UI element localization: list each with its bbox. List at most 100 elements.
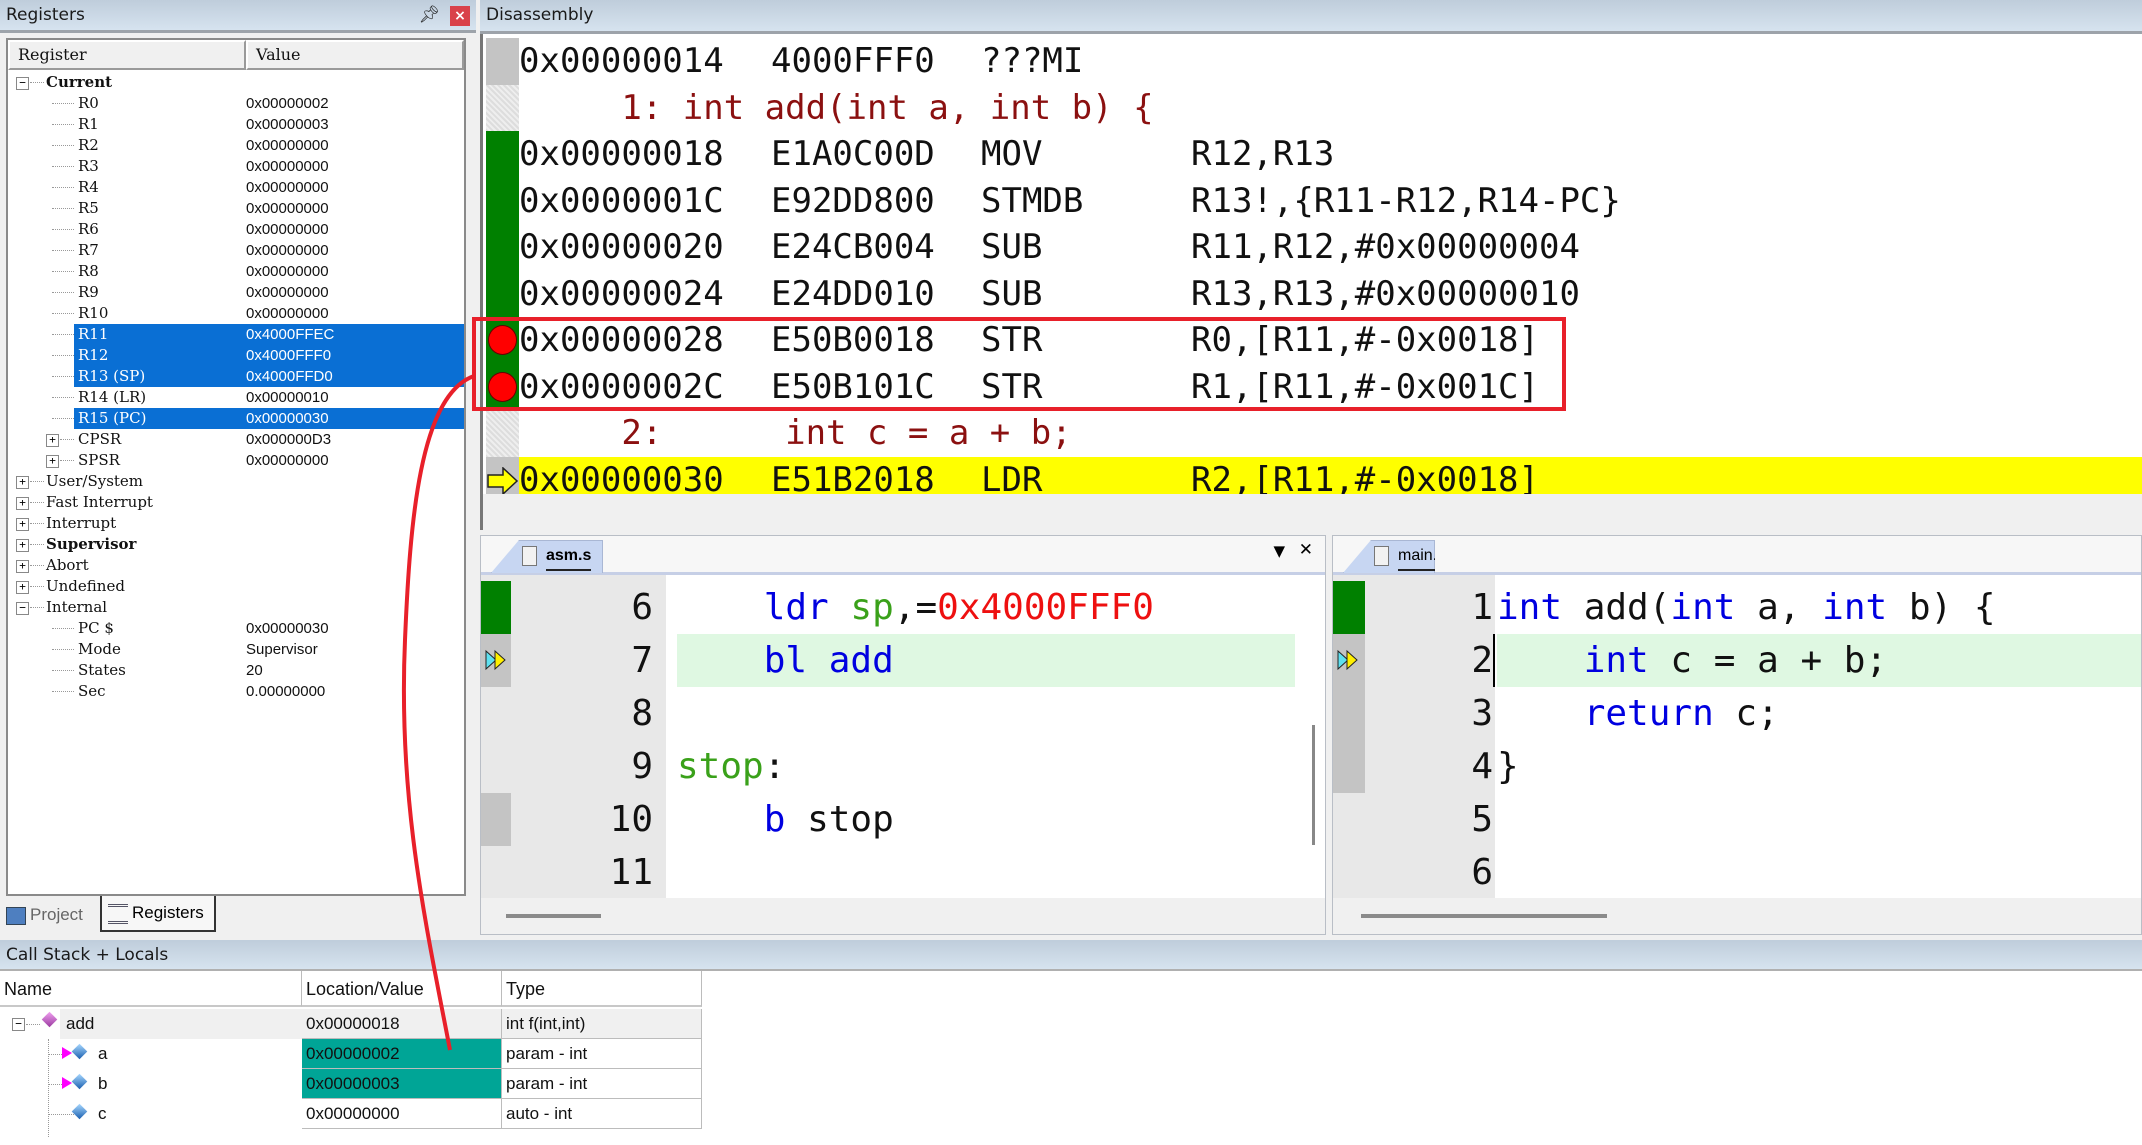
register-value[interactable]: 0x00000000	[246, 135, 329, 156]
register-row[interactable]: + SPSR 0x00000000	[8, 450, 464, 471]
register-row[interactable]: R1 0x00000003	[8, 114, 464, 135]
disassembly-row[interactable]: 0x0000002C E50B101C STR R1,[R11,#-0x001C]	[519, 364, 2142, 410]
code-line[interactable]: ldr sp,=0x4000FFF0	[677, 581, 1154, 634]
register-row[interactable]: R10 0x00000000	[8, 303, 464, 324]
register-row[interactable]: R15 (PC) 0x00000030	[8, 408, 464, 429]
column-header-type[interactable]: Type	[502, 971, 702, 1007]
tab-asm-s[interactable]: asm.s	[491, 540, 603, 573]
register-row[interactable]: R11 0x4000FFEC	[8, 324, 464, 345]
register-value[interactable]: 20	[246, 660, 263, 681]
register-value[interactable]: 0x00000003	[246, 114, 329, 135]
column-header-location[interactable]: Location/Value	[302, 971, 502, 1007]
column-header-register[interactable]: Register	[8, 40, 246, 70]
expand-toggle-icon[interactable]: −	[16, 602, 29, 615]
expand-toggle-icon[interactable]: +	[16, 476, 29, 489]
expand-toggle-icon[interactable]: +	[16, 560, 29, 573]
register-row[interactable]: R6 0x00000000	[8, 219, 464, 240]
asm-hscroll[interactable]	[506, 914, 601, 918]
tab-registers[interactable]: Registers	[100, 896, 216, 932]
register-value[interactable]: 0.00000000	[246, 681, 325, 702]
register-group[interactable]: + Fast Interrupt	[8, 492, 464, 513]
close-icon[interactable]: ×	[450, 6, 470, 26]
register-value[interactable]: 0x4000FFEC	[246, 324, 334, 345]
expand-toggle-icon[interactable]: −	[16, 77, 29, 90]
tab-close-icon[interactable]: ✕	[1299, 540, 1313, 560]
breakpoint-icon[interactable]	[488, 325, 517, 355]
register-row[interactable]: R8 0x00000000	[8, 261, 464, 282]
register-group[interactable]: − Internal	[8, 597, 464, 618]
code-line[interactable]: stop:	[677, 740, 785, 793]
register-value[interactable]: 0x00000000	[246, 282, 329, 303]
register-row[interactable]: Sec 0.00000000	[8, 681, 464, 702]
disassembly-row[interactable]: 0x00000020 E24CB004 SUB R11,R12,#0x00000004	[519, 224, 2142, 270]
c-hscroll[interactable]	[1361, 914, 1607, 918]
locals-name-cell[interactable]: b	[0, 1069, 302, 1099]
code-line[interactable]: }	[1497, 740, 1519, 793]
breakpoint-icon[interactable]	[488, 371, 517, 402]
code-line[interactable]: int c = a + b;	[1497, 634, 1887, 687]
local-value[interactable]: 0x00000000	[302, 1099, 502, 1129]
disassembly-row[interactable]: 0x00000024 E24DD010 SUB R13,R13,#0x00000010	[519, 271, 2142, 317]
register-value[interactable]: 0x00000000	[246, 261, 329, 282]
source-line[interactable]: 1: int add(int a, int b) {	[519, 85, 2142, 131]
tab-dropdown-icon[interactable]: ▼	[1273, 542, 1285, 560]
asm-code-area[interactable]: 6 ldr sp,=0x4000FFF0 7 bl add 8 9 stop: 10 b …	[481, 575, 1325, 898]
local-value[interactable]: 0x00000002	[302, 1039, 502, 1069]
disassembly-view[interactable]: 0x00000014 4000FFF0 ???MI 1: int add(int a…	[480, 34, 2142, 530]
register-group[interactable]: − Current	[8, 72, 464, 93]
disassembly-row[interactable]: 0x00000028 E50B0018 STR R0,[R11,#-0x0018]	[519, 317, 2142, 363]
code-line[interactable]: return c;	[1497, 687, 1779, 740]
register-row[interactable]: R9 0x00000000	[8, 282, 464, 303]
expand-toggle-icon[interactable]: +	[46, 434, 59, 447]
register-group[interactable]: + Interrupt	[8, 513, 464, 534]
register-row[interactable]: Mode Supervisor	[8, 639, 464, 660]
expand-toggle-icon[interactable]: +	[16, 539, 29, 552]
register-row[interactable]: R0 0x00000002	[8, 93, 464, 114]
expand-toggle-icon[interactable]: +	[16, 497, 29, 510]
register-value[interactable]: 0x00000000	[246, 240, 329, 261]
asm-vscroll[interactable]	[1312, 725, 1315, 845]
code-line[interactable]: bl add	[677, 634, 894, 687]
source-line[interactable]: 2: int c = a + b;	[519, 410, 2142, 456]
column-header-value[interactable]: Value	[246, 40, 464, 70]
register-row[interactable]: R5 0x00000000	[8, 198, 464, 219]
local-value[interactable]: 0x00000003	[302, 1069, 502, 1099]
expand-toggle-icon[interactable]: +	[46, 455, 59, 468]
disassembly-row[interactable]: 0x00000014 4000FFF0 ???MI	[519, 38, 2142, 84]
register-row[interactable]: PC $ 0x00000030	[8, 618, 464, 639]
register-group[interactable]: + Undefined	[8, 576, 464, 597]
tab-project[interactable]: Project	[6, 898, 94, 932]
locals-name-cell[interactable]: add	[60, 1009, 302, 1039]
register-row[interactable]: R14 (LR) 0x00000010	[8, 387, 464, 408]
register-row[interactable]: + CPSR 0x000000D3	[8, 429, 464, 450]
tab-main-c[interactable]: main.c	[1343, 540, 1435, 573]
register-value[interactable]: 0x00000010	[246, 387, 329, 408]
register-group[interactable]: + Supervisor	[8, 534, 464, 555]
register-row[interactable]: States 20	[8, 660, 464, 681]
register-row[interactable]: R2 0x00000000	[8, 135, 464, 156]
register-value[interactable]: 0x00000000	[246, 450, 329, 471]
register-value[interactable]: 0x00000030	[246, 408, 329, 429]
register-value[interactable]: 0x00000000	[246, 156, 329, 177]
register-row[interactable]: R4 0x00000000	[8, 177, 464, 198]
register-value[interactable]: 0x4000FFD0	[246, 366, 333, 387]
register-value[interactable]: 0x4000FFF0	[246, 345, 331, 366]
register-value[interactable]: 0x000000D3	[246, 429, 331, 450]
expand-toggle-icon[interactable]: +	[16, 518, 29, 531]
register-value[interactable]: 0x00000000	[246, 219, 329, 240]
register-value[interactable]: Supervisor	[246, 639, 318, 660]
register-row[interactable]: R7 0x00000000	[8, 240, 464, 261]
code-line[interactable]: b stop	[677, 793, 894, 846]
c-code-area[interactable]: 1 int add(int a, int b) {2 int c = a + b;…	[1333, 575, 2141, 898]
pin-icon[interactable]: 📌︎	[418, 0, 440, 30]
register-row[interactable]: R13 (SP) 0x4000FFD0	[8, 366, 464, 387]
register-value[interactable]: 0x00000002	[246, 93, 329, 114]
disassembly-row[interactable]: 0x0000001C E92DD800 STMDB R13!,{R11-R12,R14…	[519, 178, 2142, 224]
disassembly-row[interactable]: 0x00000018 E1A0C00D MOV R12,R13	[519, 131, 2142, 177]
register-group[interactable]: + User/System	[8, 471, 464, 492]
expand-toggle-icon[interactable]: +	[16, 581, 29, 594]
code-line[interactable]: int add(int a, int b) {	[1497, 581, 1996, 634]
register-value[interactable]: 0x00000000	[246, 198, 329, 219]
register-row[interactable]: R12 0x4000FFF0	[8, 345, 464, 366]
column-header-name[interactable]: Name	[0, 971, 302, 1007]
